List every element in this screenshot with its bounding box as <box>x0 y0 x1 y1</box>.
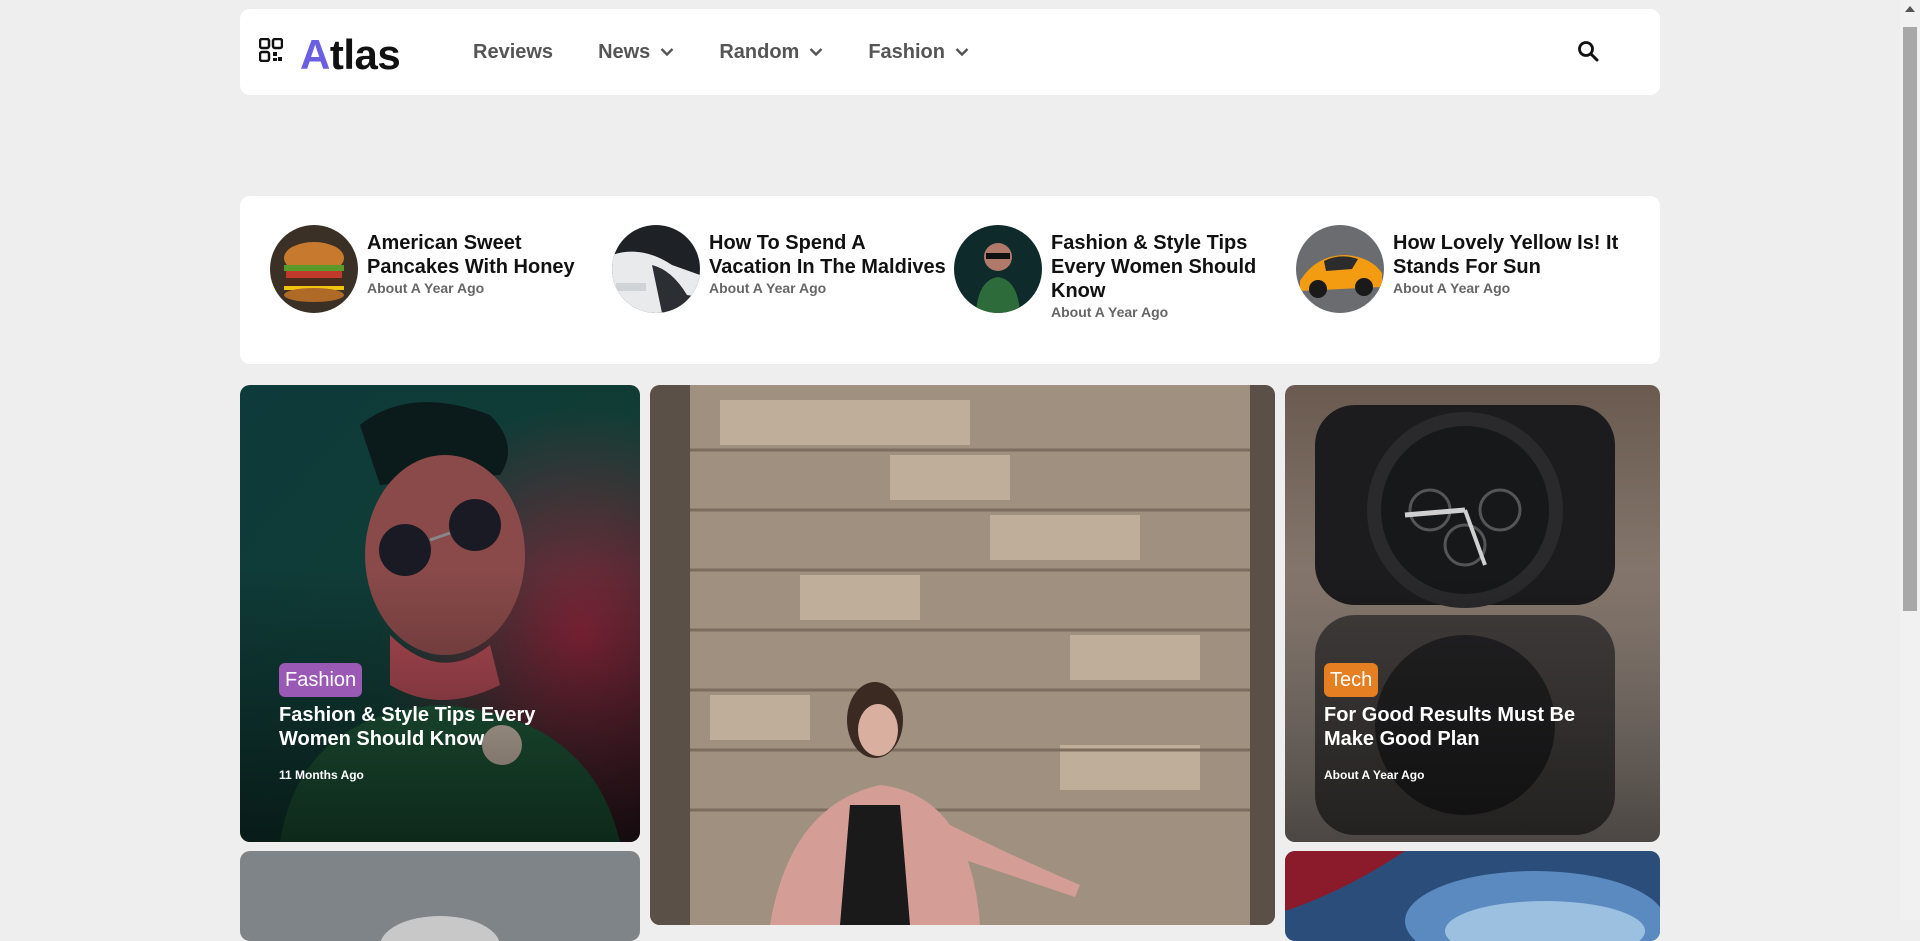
card-date: About A Year Ago <box>1324 768 1425 782</box>
card-title[interactable]: Fashion & Style Tips Every Women Should … <box>279 703 610 751</box>
scrollbar-thumb[interactable] <box>1903 27 1917 611</box>
nav-label: Random <box>719 40 800 63</box>
chevron-down-icon <box>955 48 969 57</box>
category-badge[interactable]: Tech <box>1324 663 1379 697</box>
card-date: 11 Months Ago <box>279 768 364 782</box>
trending-text: American Sweet Pancakes With Honey About… <box>367 231 607 296</box>
trending-item[interactable]: How To Spend A Vacation In The Maldives … <box>612 225 946 325</box>
post-card-fashion[interactable]: Fashion Fashion & Style Tips Every Women… <box>240 385 640 842</box>
scroll-up-arrow-icon[interactable] <box>1905 6 1915 12</box>
chevron-down-icon <box>809 48 823 57</box>
post-card-tech[interactable]: Tech For Good Results Must Be Make Good … <box>1285 385 1660 842</box>
search-icon[interactable] <box>1576 39 1600 63</box>
nav-label: News <box>598 40 651 63</box>
trending-title[interactable]: How To Spend A Vacation In The Maldives <box>709 231 949 279</box>
main-nav: Reviews News Random Fashion <box>473 9 1014 95</box>
burger-thumbnail <box>270 225 358 313</box>
sportscar-thumbnail <box>1296 225 1384 313</box>
card-content: Tech For Good Results Must Be Make Good … <box>1324 663 1630 782</box>
card-image <box>650 385 1275 925</box>
trending-posts: American Sweet Pancakes With Honey About… <box>240 196 1660 364</box>
nav-news[interactable]: News <box>598 41 674 64</box>
trending-title[interactable]: How Lovely Yellow Is! It Stands For Sun <box>1393 231 1633 279</box>
trending-date: About A Year Ago <box>709 280 827 296</box>
menu-grid-icon[interactable] <box>259 38 283 62</box>
trending-item[interactable]: How Lovely Yellow Is! It Stands For Sun … <box>1296 225 1626 325</box>
trending-date: About A Year Ago <box>1051 304 1169 320</box>
category-badge[interactable]: Fashion <box>279 663 363 697</box>
logo-accent-letter: A <box>300 31 330 78</box>
card-content: Fashion Fashion & Style Tips Every Women… <box>279 663 610 782</box>
nav-random[interactable]: Random <box>719 41 823 64</box>
trending-title[interactable]: Fashion & Style Tips Every Women Should … <box>1051 231 1291 303</box>
post-card-partial[interactable] <box>1285 851 1660 941</box>
site-header: Atlas Reviews News Random Fashion <box>240 9 1660 95</box>
page-scrollbar[interactable] <box>1900 0 1920 920</box>
post-card-partial[interactable] <box>240 851 640 941</box>
trending-item[interactable]: Fashion & Style Tips Every Women Should … <box>954 225 1284 325</box>
site-logo[interactable]: Atlas <box>300 31 401 78</box>
trending-date: About A Year Ago <box>367 280 485 296</box>
card-image <box>240 851 640 941</box>
chevron-down-icon <box>660 48 674 57</box>
trending-text: How To Spend A Vacation In The Maldives … <box>709 231 949 296</box>
trending-item[interactable]: American Sweet Pancakes With Honey About… <box>270 225 600 325</box>
trending-text: Fashion & Style Tips Every Women Should … <box>1051 231 1291 320</box>
trending-date: About A Year Ago <box>1393 280 1511 296</box>
trending-text: How Lovely Yellow Is! It Stands For Sun … <box>1393 231 1633 296</box>
logo-text: tlas <box>329 31 401 78</box>
car-thumbnail <box>612 225 700 313</box>
man-thumbnail <box>954 225 1042 313</box>
nav-label: Reviews <box>473 40 554 63</box>
nav-fashion[interactable]: Fashion <box>868 41 969 64</box>
card-image <box>1285 851 1660 941</box>
nav-label: Fashion <box>868 40 945 63</box>
trending-title[interactable]: American Sweet Pancakes With Honey <box>367 231 607 279</box>
card-title[interactable]: For Good Results Must Be Make Good Plan <box>1324 703 1630 751</box>
nav-reviews[interactable]: Reviews <box>473 41 553 64</box>
post-card-feature[interactable] <box>650 385 1275 925</box>
